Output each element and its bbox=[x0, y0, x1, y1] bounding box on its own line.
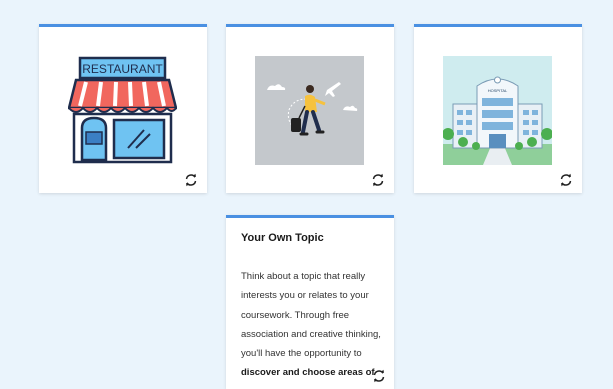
restaurant-sign-text: RESTAURANT bbox=[82, 62, 163, 76]
restaurant-illustration: RESTAURANT bbox=[68, 56, 177, 164]
flip-rotate-icon[interactable] bbox=[559, 173, 573, 187]
topic-card-body-text: Think about a topic that really interest… bbox=[241, 271, 381, 360]
flip-rotate-icon[interactable] bbox=[184, 173, 198, 187]
topic-card-title: Your Own Topic bbox=[241, 232, 324, 244]
flip-rotate-icon[interactable] bbox=[371, 173, 385, 187]
topic-card-description: Think about a topic that really interest… bbox=[241, 267, 381, 383]
flip-rotate-icon[interactable] bbox=[372, 369, 386, 383]
hospital-sign-text: HOSPITAL bbox=[488, 88, 508, 93]
topic-card-travel[interactable] bbox=[226, 24, 394, 193]
hospital-illustration: HOSPITAL bbox=[443, 56, 552, 165]
traveler-illustration bbox=[255, 56, 364, 165]
topic-card-body-bold: discover and choose areas of bbox=[241, 367, 375, 379]
topic-card-restaurant[interactable]: RESTAURANT bbox=[39, 24, 207, 193]
topic-card-own-topic[interactable]: Your Own Topic Think about a topic that … bbox=[226, 215, 394, 389]
topic-card-hospital[interactable]: HOSPITAL bbox=[414, 24, 582, 193]
